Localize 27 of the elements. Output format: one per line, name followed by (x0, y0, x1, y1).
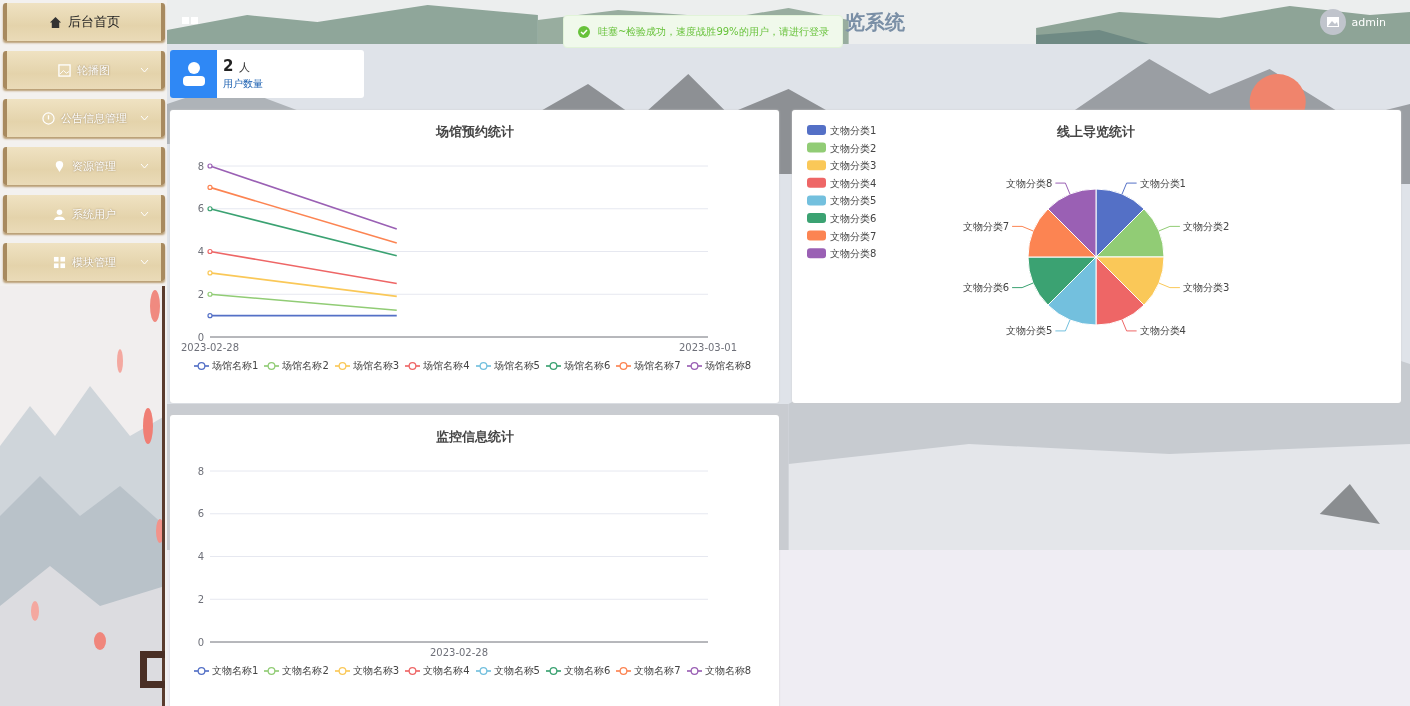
axis-label: 6 (197, 508, 204, 520)
slice-label: 文物分类1 (1139, 177, 1186, 189)
stat-value: 2 (223, 57, 234, 75)
axis-label: 0 (197, 331, 204, 343)
stat-unit: 人 (239, 60, 251, 75)
axis-label: 2023-02-28 (180, 342, 240, 353)
axis-label: 0 (197, 636, 204, 648)
axis-label: 6 (197, 203, 204, 215)
slice-label: 文物分类4 (1139, 325, 1186, 337)
chart-title: 线上导览统计 (1057, 124, 1135, 139)
axis-label: 2 (197, 593, 204, 605)
axis-label: 2023-03-01 (678, 342, 738, 353)
slice-label: 文物分类6 (962, 282, 1010, 294)
axis-label: 8 (197, 160, 204, 172)
slice-label: 文物分类3 (1182, 282, 1230, 294)
slice-label: 文物分类5 (1006, 325, 1053, 337)
axis-label: 2 (197, 288, 204, 300)
chart-title: 场馆预约统计 (435, 124, 514, 139)
chart-title: 监控信息统计 (435, 429, 514, 444)
axis-label: 8 (197, 465, 204, 477)
stat-label: 用户数量 (223, 77, 263, 91)
slice-label: 文物分类7 (962, 220, 1010, 232)
axis-label: 4 (197, 246, 204, 257)
axis-label: 4 (197, 551, 204, 562)
slice-label: 文物分类2 (1182, 220, 1230, 232)
slice-label: 文物分类8 (1006, 177, 1053, 189)
axis-label: 2023-02-28 (429, 647, 489, 658)
